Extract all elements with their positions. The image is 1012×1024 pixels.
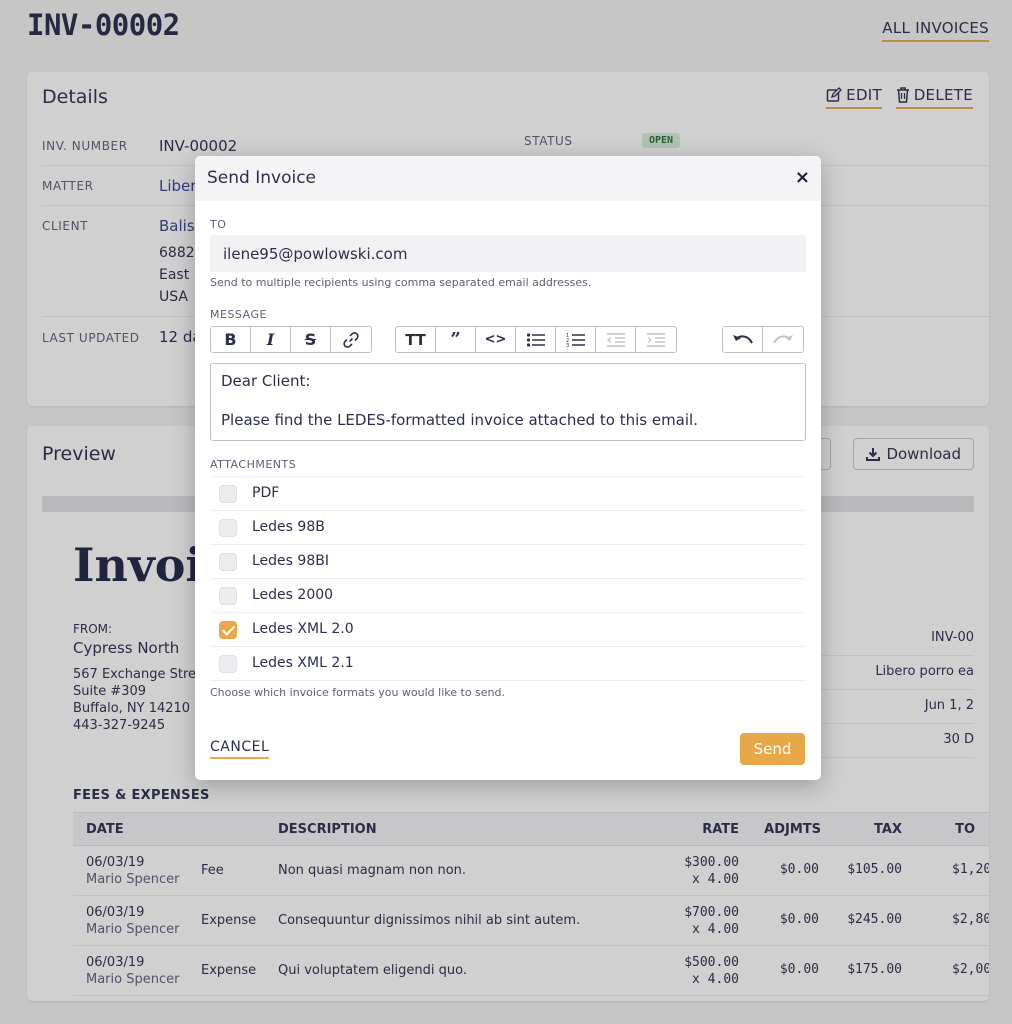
undo-button[interactable] (723, 327, 763, 352)
close-icon[interactable]: × (795, 167, 810, 188)
attachment-option-ledes-98bi[interactable]: Ledes 98BI (210, 545, 806, 579)
numbered-list-button[interactable]: 123 (556, 327, 596, 352)
redo-icon (773, 334, 793, 344)
bullet-list-button[interactable] (516, 327, 556, 352)
attachment-label: Ledes XML 2.0 (252, 621, 354, 637)
attachment-label: Ledes XML 2.1 (252, 655, 354, 671)
numbered-list-icon: 123 (566, 333, 585, 348)
attachment-option-ledes-xml-2-0[interactable]: Ledes XML 2.0 (210, 613, 806, 647)
message-line: Please find the LEDES-formatted invoice … (221, 411, 698, 429)
checkbox[interactable] (219, 485, 237, 503)
attachments-list: PDF Ledes 98B Ledes 98BI Ledes 2000 Lede… (210, 476, 806, 681)
checkbox-checked[interactable] (219, 621, 237, 639)
history-toolbar (722, 326, 804, 353)
indent-button[interactable] (636, 327, 676, 352)
attachments-label: ATTACHMENTS (210, 458, 297, 471)
outdent-icon (606, 332, 625, 347)
attachment-option-ledes-2000[interactable]: Ledes 2000 (210, 579, 806, 613)
checkbox[interactable] (219, 587, 237, 605)
attachment-label: Ledes 2000 (252, 587, 334, 603)
format-toolbar-block: ТT ” <> 123 (395, 326, 677, 353)
message-label: MESSAGE (210, 308, 267, 321)
strikethrough-icon: S (304, 330, 317, 349)
undo-icon (732, 334, 753, 344)
outdent-button[interactable] (596, 327, 636, 352)
heading-icon: ТT (405, 330, 426, 349)
code-button[interactable]: <> (476, 327, 516, 352)
code-icon: <> (484, 332, 507, 347)
link-button[interactable] (331, 327, 371, 352)
to-hint: Send to multiple recipients using comma … (210, 276, 592, 289)
modal-header: Send Invoice × (195, 156, 821, 201)
attachment-option-ledes-98b[interactable]: Ledes 98B (210, 511, 806, 545)
attachments-hint: Choose which invoice formats you would l… (210, 686, 505, 699)
quote-icon: ” (450, 329, 461, 350)
attachment-label: Ledes 98B (252, 519, 325, 535)
format-toolbar-inline: B I S (210, 326, 372, 353)
quote-button[interactable]: ” (436, 327, 476, 352)
message-line: Dear Client: (221, 372, 311, 390)
svg-text:3: 3 (566, 343, 569, 348)
bold-icon: B (224, 330, 237, 349)
send-button[interactable]: Send (740, 733, 805, 765)
heading-button[interactable]: ТT (396, 327, 436, 352)
attachment-option-pdf[interactable]: PDF (210, 477, 806, 511)
redo-button[interactable] (763, 327, 803, 352)
send-invoice-modal: Send Invoice × TO Send to multiple recip… (195, 156, 821, 780)
to-email-input[interactable] (210, 235, 806, 272)
attachment-option-ledes-xml-2-1[interactable]: Ledes XML 2.1 (210, 647, 806, 681)
strikethrough-button[interactable]: S (291, 327, 331, 352)
link-icon (343, 331, 359, 348)
modal-title: Send Invoice (207, 168, 316, 188)
indent-icon (647, 332, 665, 347)
checkbox[interactable] (219, 553, 237, 571)
cancel-button[interactable]: CANCEL (210, 739, 270, 759)
bold-button[interactable]: B (211, 327, 251, 352)
message-editor[interactable]: Dear Client: Please find the LEDES-forma… (210, 363, 806, 441)
attachment-label: Ledes 98BI (252, 553, 329, 569)
attachment-label: PDF (252, 485, 280, 501)
italic-button[interactable]: I (251, 327, 291, 352)
bullet-list-icon (526, 332, 545, 347)
italic-icon: I (266, 330, 275, 349)
checkbox[interactable] (219, 655, 237, 673)
to-label: TO (210, 218, 227, 231)
checkbox[interactable] (219, 519, 237, 537)
